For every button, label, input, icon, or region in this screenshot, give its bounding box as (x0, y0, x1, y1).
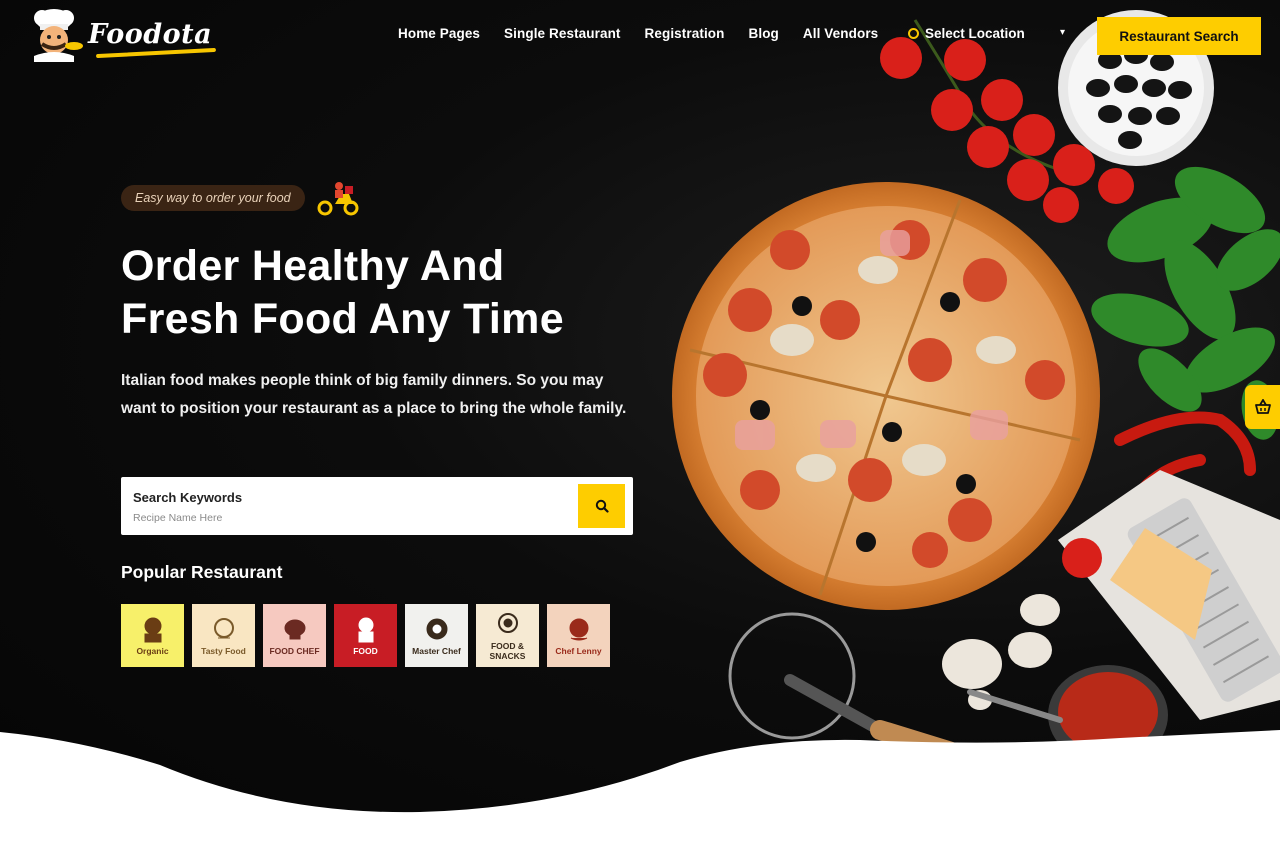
cart-icon (1254, 399, 1271, 414)
popular-restaurant-title: Popular Restaurant (121, 562, 283, 582)
nav-single-restaurant[interactable]: Single Restaurant (504, 26, 620, 41)
location-select[interactable]: Select Location ▾ (908, 26, 1065, 41)
restaurant-logo-label: Tasty Food (201, 645, 246, 656)
hero-badge: Easy way to order your food (121, 185, 305, 211)
pizza-food-illustration (672, 10, 1280, 780)
search-input[interactable] (133, 510, 553, 526)
hero-headline-line1: Order Healthy And (121, 242, 505, 290)
search-icon (595, 499, 609, 513)
hero-section: Foodota Home Pages Single Restaurant Reg… (0, 0, 1280, 853)
floating-cart-button[interactable] (1245, 385, 1280, 429)
hero-badge-row: Easy way to order your food (121, 180, 361, 216)
restaurant-logo-label: Organic (136, 645, 169, 656)
hero-headline: Order Healthy And Fresh Food Any Time (121, 240, 681, 346)
nav-blog[interactable]: Blog (749, 26, 779, 41)
restaurant-logo-1[interactable]: Organic (121, 604, 184, 667)
chevron-down-icon: ▾ (1060, 27, 1066, 38)
keyword-search-box: Search Keywords (121, 477, 633, 535)
chef-hat-icon (426, 618, 447, 639)
main-navigation: Home Pages Single Restaurant Registratio… (398, 26, 902, 41)
chef-hat-icon (213, 617, 234, 638)
nav-all-vendors[interactable]: All Vendors (803, 26, 878, 41)
nav-registration[interactable]: Registration (645, 26, 725, 41)
restaurant-logo-4[interactable]: FOOD (334, 604, 397, 667)
restaurant-logo-label: FOOD CHEF (269, 645, 320, 656)
chef-icon (569, 618, 588, 640)
chef-icon (497, 612, 518, 633)
delivery-scooter-icon (317, 182, 359, 216)
location-pin-icon (908, 28, 919, 39)
search-submit-button[interactable] (578, 484, 625, 528)
popular-restaurant-logos: Organic Tasty Food FOOD CHEF FOOD Master… (121, 604, 610, 667)
chef-icon (358, 617, 373, 642)
restaurant-logo-7[interactable]: Chef Lenny (547, 604, 610, 667)
restaurant-search-button[interactable]: Restaurant Search (1097, 17, 1261, 55)
chef-mascot-icon (34, 9, 83, 62)
restaurant-logo-label: FOOD (353, 645, 378, 656)
chef-icon (144, 617, 161, 642)
restaurant-logo-label: Master Chef (412, 645, 461, 656)
hero-headline-line2: Fresh Food Any Time (121, 295, 564, 343)
hero-description: Italian food makes people think of big f… (121, 372, 627, 417)
restaurant-logo-6[interactable]: FOOD & SNACKS (476, 604, 539, 667)
location-select-label: Select Location (925, 26, 1025, 41)
brand-logo[interactable]: Foodota (24, 6, 212, 62)
search-keywords-label: Search Keywords (133, 490, 243, 505)
restaurant-logo-3[interactable]: FOOD CHEF (263, 604, 326, 667)
brand-name: Foodota (88, 18, 213, 50)
nav-home-pages[interactable]: Home Pages (398, 26, 480, 41)
chef-hat-icon (284, 619, 305, 639)
restaurant-logo-2[interactable]: Tasty Food (192, 604, 255, 667)
restaurant-logo-label: FOOD & SNACKS (489, 640, 526, 661)
restaurant-logo-label: Chef Lenny (555, 645, 602, 656)
hero-bottom-wave (0, 730, 1280, 853)
restaurant-logo-5[interactable]: Master Chef (405, 604, 468, 667)
